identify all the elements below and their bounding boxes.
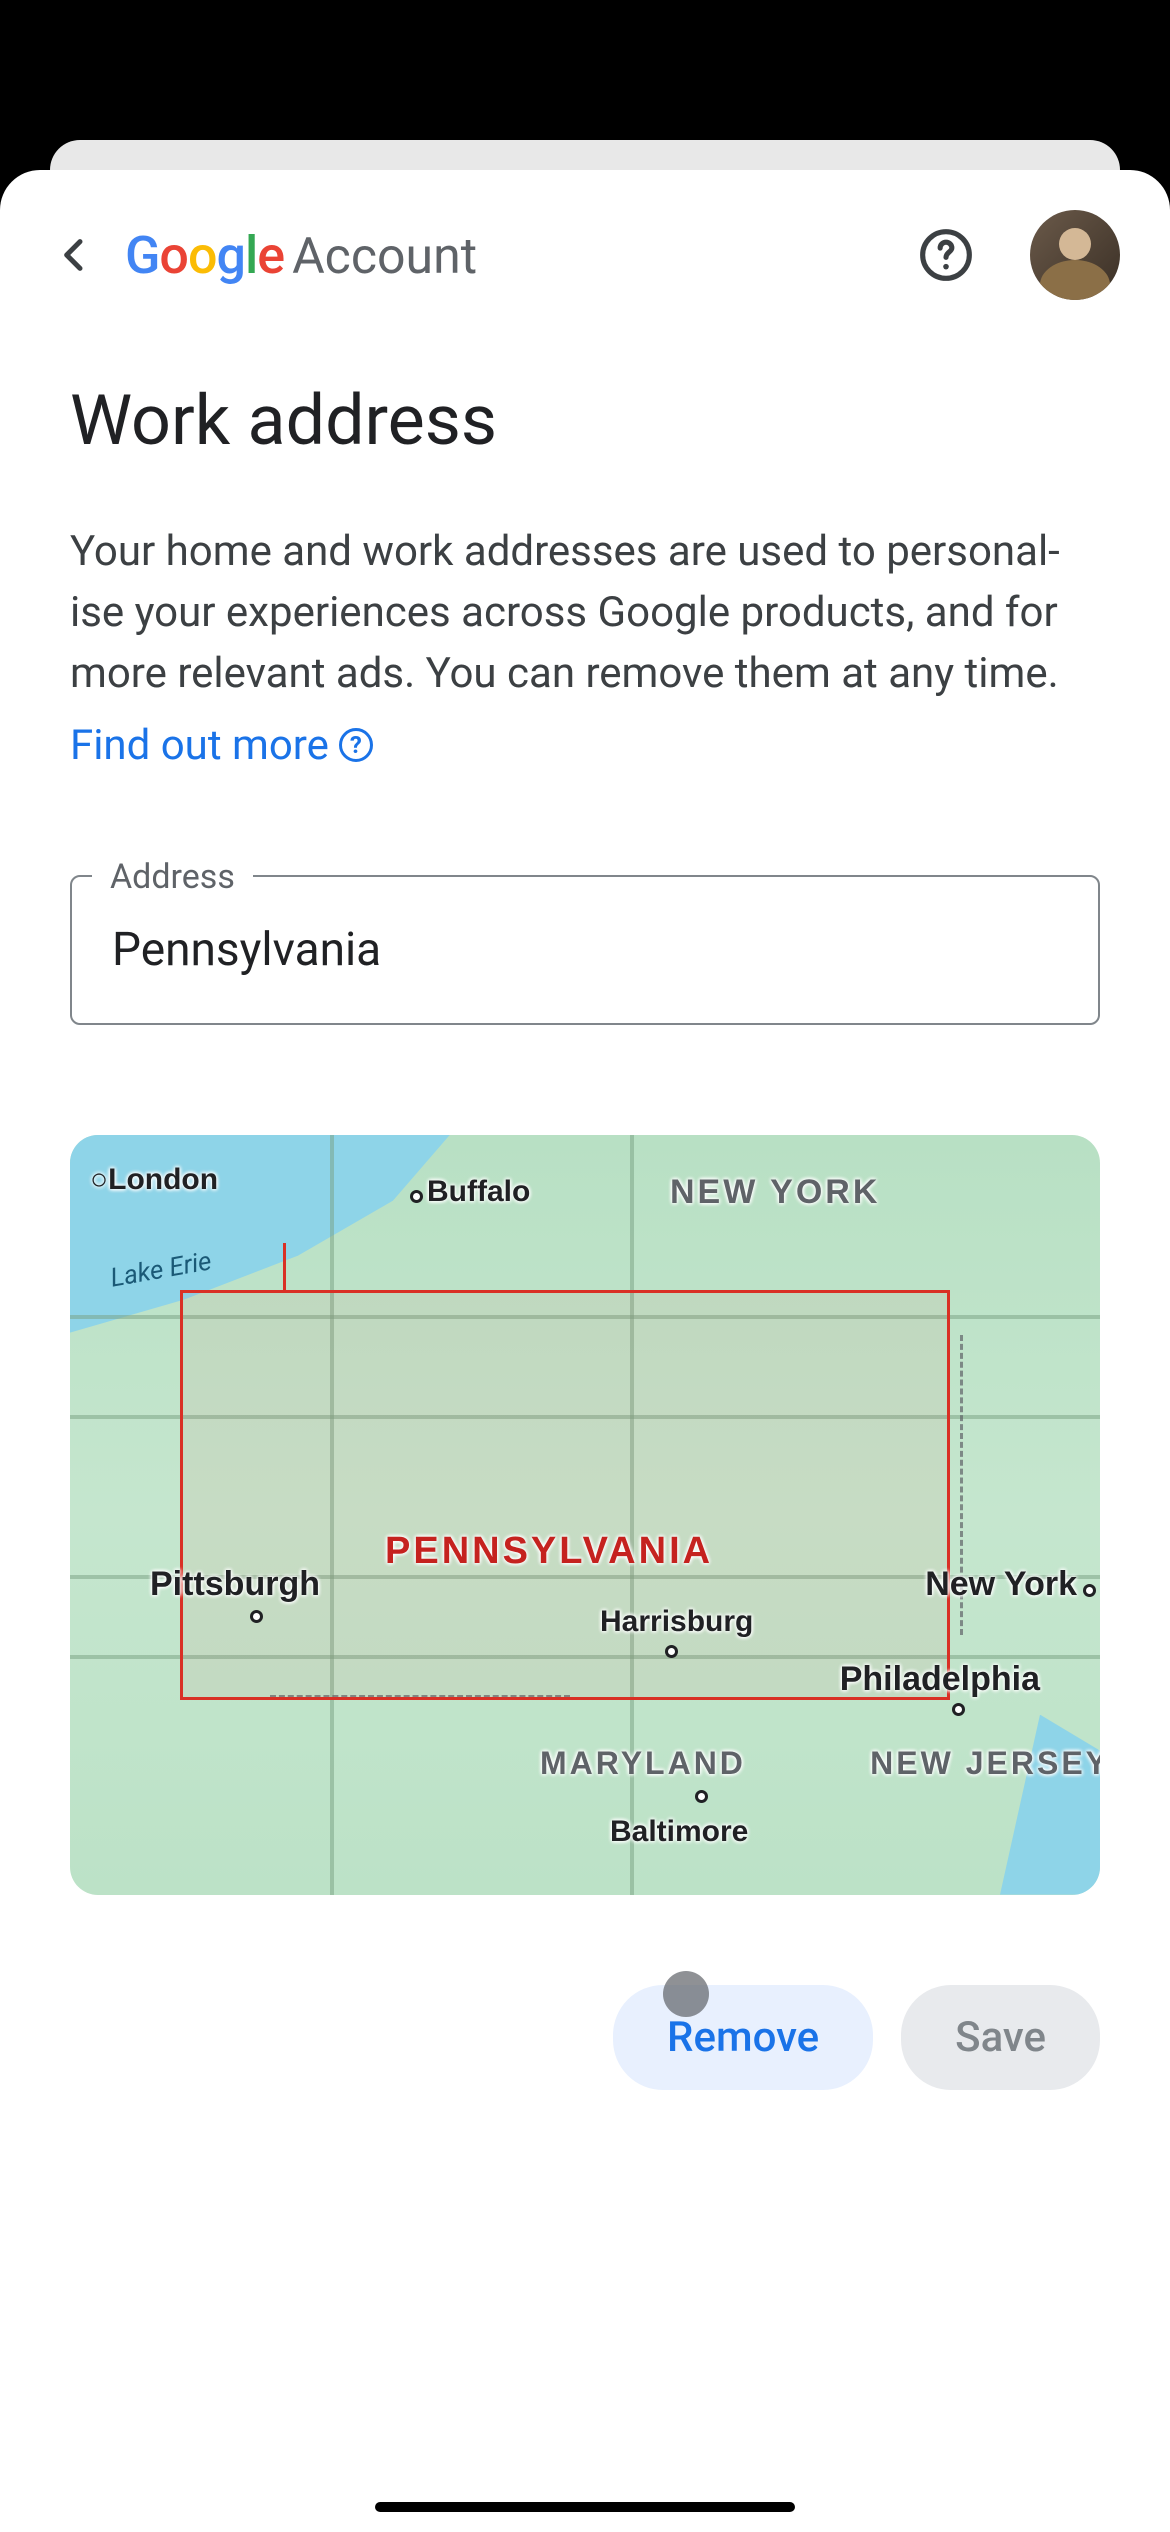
- remove-button[interactable]: Remove: [613, 1985, 873, 2090]
- pennsylvania-highlight: [180, 1290, 950, 1700]
- logo-container: Google Account: [125, 225, 892, 286]
- learn-more-link[interactable]: Find out more ?: [70, 721, 373, 770]
- map-label-london: ○London: [90, 1163, 218, 1197]
- save-button[interactable]: Save: [901, 1985, 1100, 2090]
- address-field-label: Address: [92, 857, 253, 897]
- map-label-maryland: MARYLAND: [540, 1745, 746, 1782]
- map-label-pittsburgh: Pittsburgh: [150, 1565, 320, 1604]
- map-label-nyc: New York: [925, 1565, 1090, 1604]
- back-button[interactable]: [50, 230, 100, 280]
- map-preview[interactable]: ○London Buffalo NEW YORK Lake Erie PENNS…: [70, 1135, 1100, 1895]
- map-dot: [952, 1703, 965, 1716]
- google-logo: Google: [125, 225, 284, 286]
- address-input[interactable]: [70, 875, 1100, 1025]
- header-bar: Google Account: [0, 170, 1170, 330]
- page-title: Work address: [70, 380, 1100, 462]
- map-dot: [695, 1790, 708, 1803]
- map-label-philadelphia: Philadelphia: [840, 1660, 1040, 1699]
- map-label-buffalo: Buffalo: [410, 1175, 530, 1209]
- home-indicator[interactable]: [375, 2502, 795, 2512]
- touch-indicator: [663, 1971, 709, 2017]
- profile-avatar[interactable]: [1030, 210, 1120, 300]
- map-dot: [250, 1610, 263, 1623]
- map-label-ny-state: NEW YORK: [670, 1173, 880, 1212]
- learn-more-label: Find out more: [70, 721, 329, 770]
- map-label-harrisburg: Harrisburg: [600, 1605, 753, 1639]
- account-label: Account: [292, 228, 477, 286]
- state-border-dashed: [270, 1695, 570, 1845]
- remove-button-label: Remove: [667, 2013, 819, 2062]
- help-button[interactable]: [917, 226, 975, 284]
- map-label-baltimore: Baltimore: [610, 1815, 748, 1849]
- save-button-label: Save: [955, 2013, 1046, 2062]
- main-sheet: Google Account Work address Your home an…: [0, 170, 1170, 2532]
- content-area: Work address Your home and work addresse…: [0, 330, 1170, 2090]
- help-icon: [918, 227, 974, 283]
- page-description: Your home and work addresses are used to…: [70, 522, 1100, 705]
- action-buttons: Remove Save: [70, 1985, 1100, 2090]
- map-label-pennsylvania: PENNSYLVANIA: [385, 1530, 713, 1573]
- map-dot: [665, 1645, 678, 1658]
- address-field-container: Address: [70, 875, 1100, 1025]
- chevron-left-icon: [55, 235, 95, 275]
- map-label-nj: NEW JERSEY: [870, 1745, 1100, 1782]
- atlantic-water: [1000, 1715, 1100, 1895]
- question-icon: ?: [339, 728, 373, 762]
